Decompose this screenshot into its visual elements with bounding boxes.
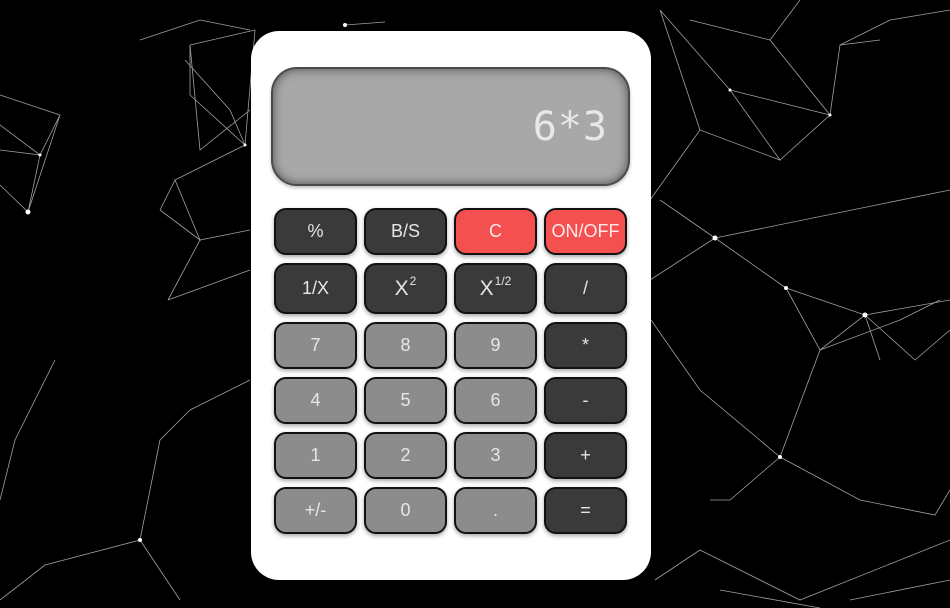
sqrt-base: X bbox=[479, 276, 494, 300]
digit-9-button[interactable]: 9 bbox=[454, 322, 537, 369]
digit-8-button[interactable]: 8 bbox=[364, 322, 447, 369]
calculator: 6*3 % B/S C ON/OFF 1/X X2 X 1/2 / 7 8 9 *… bbox=[251, 31, 651, 580]
plus-button[interactable]: + bbox=[544, 432, 627, 479]
square-base: X bbox=[394, 276, 409, 300]
digit-5-button[interactable]: 5 bbox=[364, 377, 447, 424]
square-exponent: 2 bbox=[409, 273, 417, 288]
keypad: % B/S C ON/OFF 1/X X2 X 1/2 / 7 8 9 * 4 5… bbox=[274, 208, 628, 534]
clear-button[interactable]: C bbox=[454, 208, 537, 255]
square-root-button[interactable]: X 1/2 bbox=[454, 263, 537, 314]
digit-1-button[interactable]: 1 bbox=[274, 432, 357, 479]
digit-2-button[interactable]: 2 bbox=[364, 432, 447, 479]
percent-button[interactable]: % bbox=[274, 208, 357, 255]
minus-button[interactable]: - bbox=[544, 377, 627, 424]
negate-button[interactable]: +/- bbox=[274, 487, 357, 534]
divide-button[interactable]: / bbox=[544, 263, 627, 314]
digit-0-button[interactable]: 0 bbox=[364, 487, 447, 534]
sqrt-exponent: 1/2 bbox=[494, 273, 512, 288]
calculator-display: 6*3 bbox=[271, 67, 630, 186]
on-off-button[interactable]: ON/OFF bbox=[544, 208, 627, 255]
decimal-button[interactable]: . bbox=[454, 487, 537, 534]
digit-6-button[interactable]: 6 bbox=[454, 377, 537, 424]
equals-button[interactable]: = bbox=[544, 487, 627, 534]
digit-3-button[interactable]: 3 bbox=[454, 432, 537, 479]
square-button[interactable]: X2 bbox=[364, 263, 447, 314]
display-value: 6*3 bbox=[532, 103, 608, 150]
multiply-button[interactable]: * bbox=[544, 322, 627, 369]
digit-7-button[interactable]: 7 bbox=[274, 322, 357, 369]
digit-4-button[interactable]: 4 bbox=[274, 377, 357, 424]
reciprocal-button[interactable]: 1/X bbox=[274, 263, 357, 314]
backspace-button[interactable]: B/S bbox=[364, 208, 447, 255]
